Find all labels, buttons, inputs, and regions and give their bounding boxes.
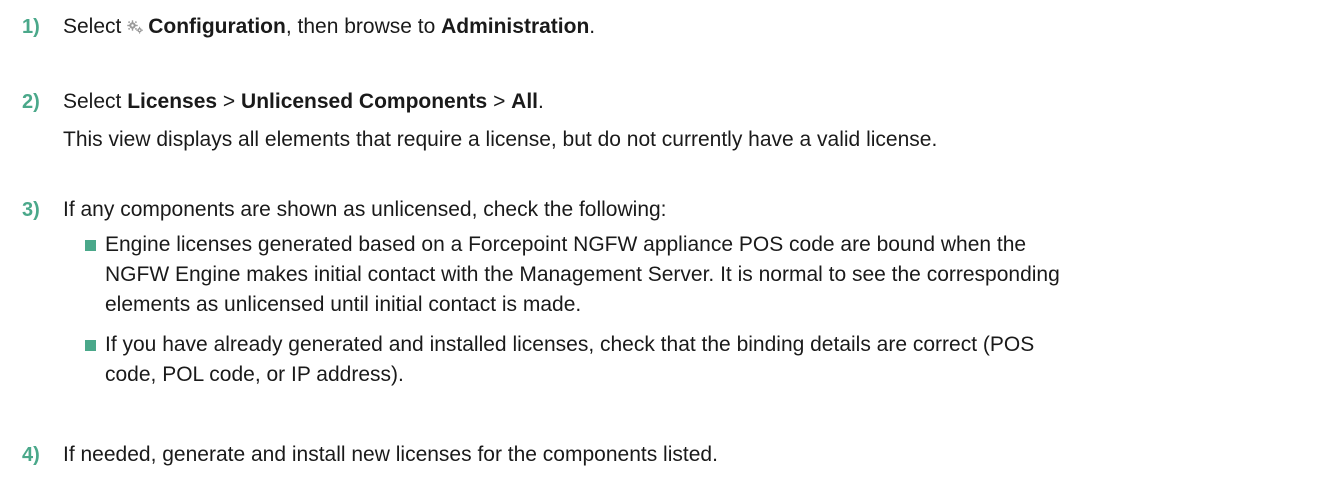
step-note: This view displays all elements that req… — [63, 128, 938, 151]
bullet-text: Engine licenses generated based on a For… — [105, 230, 1315, 320]
step-number: 4) — [22, 444, 40, 466]
step-text: Select Configuration, then browse to Adm… — [63, 12, 595, 42]
bullet-square-icon — [85, 240, 96, 251]
configuration-label: Configuration — [148, 15, 286, 38]
step-text-part: Select — [63, 90, 128, 113]
step-text-part: , then browse to — [285, 15, 442, 38]
all-label: All — [511, 90, 539, 113]
step-text: If any components are shown as unlicense… — [63, 198, 667, 221]
step-text-part: Select — [63, 15, 128, 38]
step-number: 1) — [22, 16, 40, 38]
step-text-part: > — [487, 90, 512, 113]
gear-icon — [127, 20, 144, 34]
bullet-line: Engine licenses generated based on a For… — [105, 233, 1027, 256]
step-text-part: . — [589, 15, 596, 38]
bullet-line: If you have already generated and instal… — [105, 333, 1035, 356]
bullet-line: NGFW Engine makes initial contact with t… — [105, 263, 1060, 286]
bullet-line: elements as unlicensed until initial con… — [105, 293, 582, 316]
procedure-document: 1) Select Configuration, then browse to … — [0, 0, 1327, 487]
bullet-square-icon — [85, 340, 96, 351]
step-number: 2) — [22, 91, 40, 113]
step-text: If needed, generate and install new lice… — [63, 443, 718, 466]
licenses-label: Licenses — [127, 90, 218, 113]
step-text-part: . — [538, 90, 544, 113]
bullet-line: code, POL code, or IP address). — [105, 363, 404, 386]
step-text: Select Licenses > Unlicensed Components … — [63, 87, 544, 117]
unlicensed-components-label: Unlicensed Components — [241, 90, 488, 113]
administration-label: Administration — [441, 15, 590, 38]
step-number: 3) — [22, 199, 40, 221]
step-text-part: > — [217, 90, 242, 113]
bullet-text: If you have already generated and instal… — [105, 330, 1315, 390]
